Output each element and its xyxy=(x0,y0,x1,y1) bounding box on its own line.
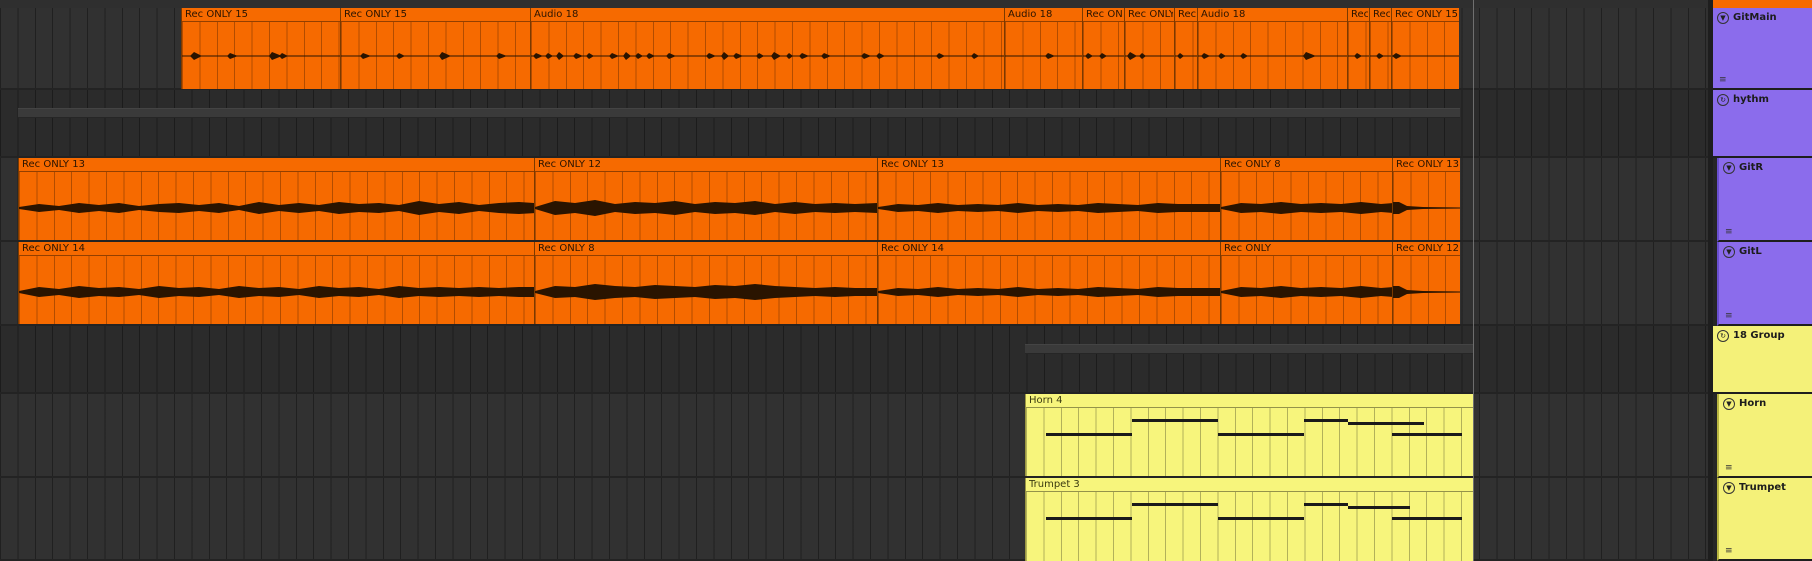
lane-18-group[interactable] xyxy=(0,326,1708,394)
lane-hythm[interactable] xyxy=(0,90,1708,158)
audio-clip[interactable]: Rec ONLY 14 xyxy=(18,242,534,324)
waveform xyxy=(1175,53,1197,59)
group-fold-icon[interactable]: ↻ xyxy=(1717,94,1729,106)
audio-clip[interactable]: Rec xyxy=(1174,8,1197,89)
track-name[interactable]: GitL xyxy=(1739,246,1762,257)
audio-clip[interactable]: Audio 18 xyxy=(530,8,1004,89)
fold-chevron-icon[interactable]: ▼ xyxy=(1723,246,1735,258)
track-header-gitr[interactable]: ▼ GitR ≡ xyxy=(1717,158,1812,242)
audio-clip[interactable]: Rec ONL xyxy=(1082,8,1124,89)
track-header-18-group[interactable]: ↻ 18 Group xyxy=(1713,326,1812,394)
track-header-partial[interactable] xyxy=(1713,0,1812,8)
waveform xyxy=(878,287,1220,297)
audio-clip[interactable]: Rec ONLY xyxy=(1124,8,1174,89)
arrangement-view[interactable]: Rec ONLY 15 Rec ONLY 15 Audio 18 Audio 1… xyxy=(0,0,1708,561)
waveform xyxy=(535,200,877,216)
waveform xyxy=(1393,286,1460,298)
waveform xyxy=(182,52,340,60)
track-name[interactable]: GitMain xyxy=(1733,12,1777,23)
playhead-line xyxy=(1473,0,1474,561)
waveform xyxy=(535,284,877,300)
waveform xyxy=(1198,52,1347,60)
lane-gitr[interactable]: Rec ONLY 13 Rec ONLY 12 Rec ONLY 13 Rec … xyxy=(0,158,1708,242)
track-headers[interactable]: ▼ GitMain ≡ ↻ hythm ▼ GitR ≡ ▼ GitL ≡ ↻ … xyxy=(1713,0,1812,561)
audio-clip[interactable]: Rec ONLY 15 xyxy=(1391,8,1459,89)
audio-clip[interactable]: Rec ONLY 13 xyxy=(18,158,534,240)
waveform xyxy=(1083,53,1124,59)
fold-chevron-icon[interactable]: ▼ xyxy=(1723,482,1735,494)
menu-icon[interactable]: ≡ xyxy=(1725,227,1733,237)
track-name[interactable]: GitR xyxy=(1739,162,1763,173)
track-name[interactable]: 18 Group xyxy=(1733,330,1785,341)
waveform xyxy=(1221,202,1392,214)
track-name[interactable]: Trumpet xyxy=(1739,482,1786,493)
menu-icon[interactable]: ≡ xyxy=(1719,75,1727,85)
midi-notes xyxy=(1046,503,1462,520)
waveform xyxy=(1370,53,1391,59)
waveform xyxy=(341,52,530,60)
audio-clip[interactable]: Rec ONLY 13 xyxy=(877,158,1220,240)
group-clip-overview xyxy=(18,108,1460,118)
audio-clip[interactable]: Rec ONLY 8 xyxy=(534,242,877,324)
track-name[interactable]: Horn xyxy=(1739,398,1766,409)
menu-icon[interactable]: ≡ xyxy=(1725,311,1733,321)
track-header-hythm[interactable]: ↻ hythm xyxy=(1713,90,1812,158)
group-fold-icon[interactable]: ↻ xyxy=(1717,330,1729,342)
audio-clip[interactable]: Rec ONLY 12 xyxy=(1392,242,1460,324)
track-header-gitl[interactable]: ▼ GitL ≡ xyxy=(1717,242,1812,326)
fold-chevron-icon[interactable]: ▼ xyxy=(1717,12,1729,24)
waveform xyxy=(19,201,534,215)
lane-horn[interactable]: Horn 4 xyxy=(0,394,1708,478)
menu-icon[interactable]: ≡ xyxy=(1725,546,1733,556)
lane-trumpet[interactable]: Trumpet 3 xyxy=(0,478,1708,561)
waveform xyxy=(19,286,534,298)
audio-clip[interactable]: Rec xyxy=(1369,8,1391,89)
audio-clip[interactable]: Rec ONLY 8 xyxy=(1220,158,1392,240)
audio-clip[interactable]: Rec ONLY 14 xyxy=(877,242,1220,324)
audio-clip[interactable]: Rec ONLY 15 xyxy=(340,8,530,89)
fold-chevron-icon[interactable]: ▼ xyxy=(1723,398,1735,410)
fold-chevron-icon[interactable]: ▼ xyxy=(1723,162,1735,174)
audio-clip[interactable]: Rec ONLY xyxy=(1220,242,1392,324)
group-clip-overview xyxy=(1025,344,1473,354)
track-header-gitmain[interactable]: ▼ GitMain ≡ xyxy=(1713,8,1812,90)
audio-clip[interactable]: Rec ONLY 15 xyxy=(181,8,340,89)
waveform xyxy=(878,203,1220,213)
track-name[interactable]: hythm xyxy=(1733,94,1769,105)
waveform xyxy=(1392,53,1459,59)
audio-clip[interactable]: Rec ONLY 12 xyxy=(534,158,877,240)
menu-icon[interactable]: ≡ xyxy=(1725,463,1733,473)
waveform xyxy=(1393,202,1460,214)
audio-clip[interactable]: Rec xyxy=(1347,8,1369,89)
waveform xyxy=(1221,286,1392,298)
audio-clip[interactable]: Audio 18 xyxy=(1197,8,1347,89)
audio-clip[interactable]: Audio 18 xyxy=(1004,8,1082,89)
lane-gitmain[interactable]: Rec ONLY 15 Rec ONLY 15 Audio 18 Audio 1… xyxy=(0,8,1708,90)
lane-gitl[interactable]: Rec ONLY 14 Rec ONLY 8 Rec ONLY 14 Rec O… xyxy=(0,242,1708,326)
midi-notes xyxy=(1046,419,1462,436)
waveform xyxy=(1125,52,1174,60)
waveform xyxy=(1348,53,1369,59)
waveform xyxy=(531,52,1004,60)
waveform xyxy=(1005,53,1082,59)
track-header-trumpet[interactable]: ▼ Trumpet ≡ xyxy=(1717,478,1812,561)
midi-clip[interactable]: Trumpet 3 xyxy=(1025,478,1473,561)
track-header-horn[interactable]: ▼ Horn ≡ xyxy=(1717,394,1812,478)
audio-clip[interactable]: Rec ONLY 13 xyxy=(1392,158,1460,240)
midi-clip[interactable]: Horn 4 xyxy=(1025,394,1473,476)
